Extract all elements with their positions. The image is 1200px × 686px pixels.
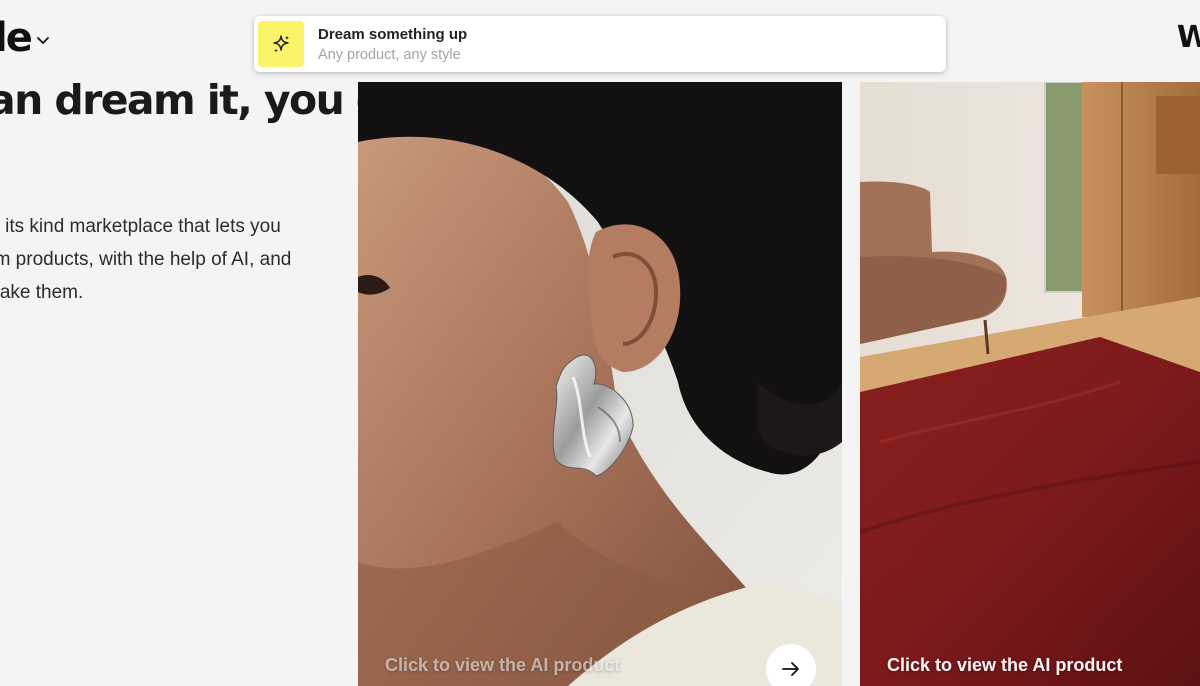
prompt-text-group: Dream something up Any product, any styl… [318, 26, 467, 63]
hero-description-line: of its kind marketplace that lets you [0, 216, 281, 237]
card-cta-label: Click to view the AI product [385, 655, 621, 675]
hero-description-line: make them. [0, 282, 84, 303]
rug-interior-image [860, 82, 1200, 686]
brand-logo-menu[interactable]: le [0, 18, 51, 58]
product-card-rug[interactable]: Click to view the AI product [860, 82, 1200, 686]
view-product-button[interactable] [766, 644, 816, 686]
page: le W Dream something up Any product, any… [0, 0, 1200, 686]
earring-portrait-image [358, 82, 842, 686]
prompt-title: Dream something up [318, 25, 468, 43]
dream-prompt-input[interactable]: Dream something up Any product, any styl… [254, 16, 946, 72]
sparkle-icon [258, 21, 304, 67]
product-card-earring[interactable]: Click to view the AI product [358, 82, 842, 686]
hero-description: of its kind marketplace that lets you am… [0, 210, 344, 309]
chevron-down-icon[interactable] [35, 32, 51, 48]
prompt-placeholder: Any product, any style [318, 46, 461, 63]
nav-item-clipped[interactable]: W [1177, 20, 1200, 55]
hero-description-line: am products, with the help of AI, and [0, 249, 292, 270]
card-cta-label: Click to view the AI product [887, 655, 1123, 675]
brand-logo[interactable]: le [0, 18, 33, 58]
arrow-right-icon [782, 662, 799, 676]
